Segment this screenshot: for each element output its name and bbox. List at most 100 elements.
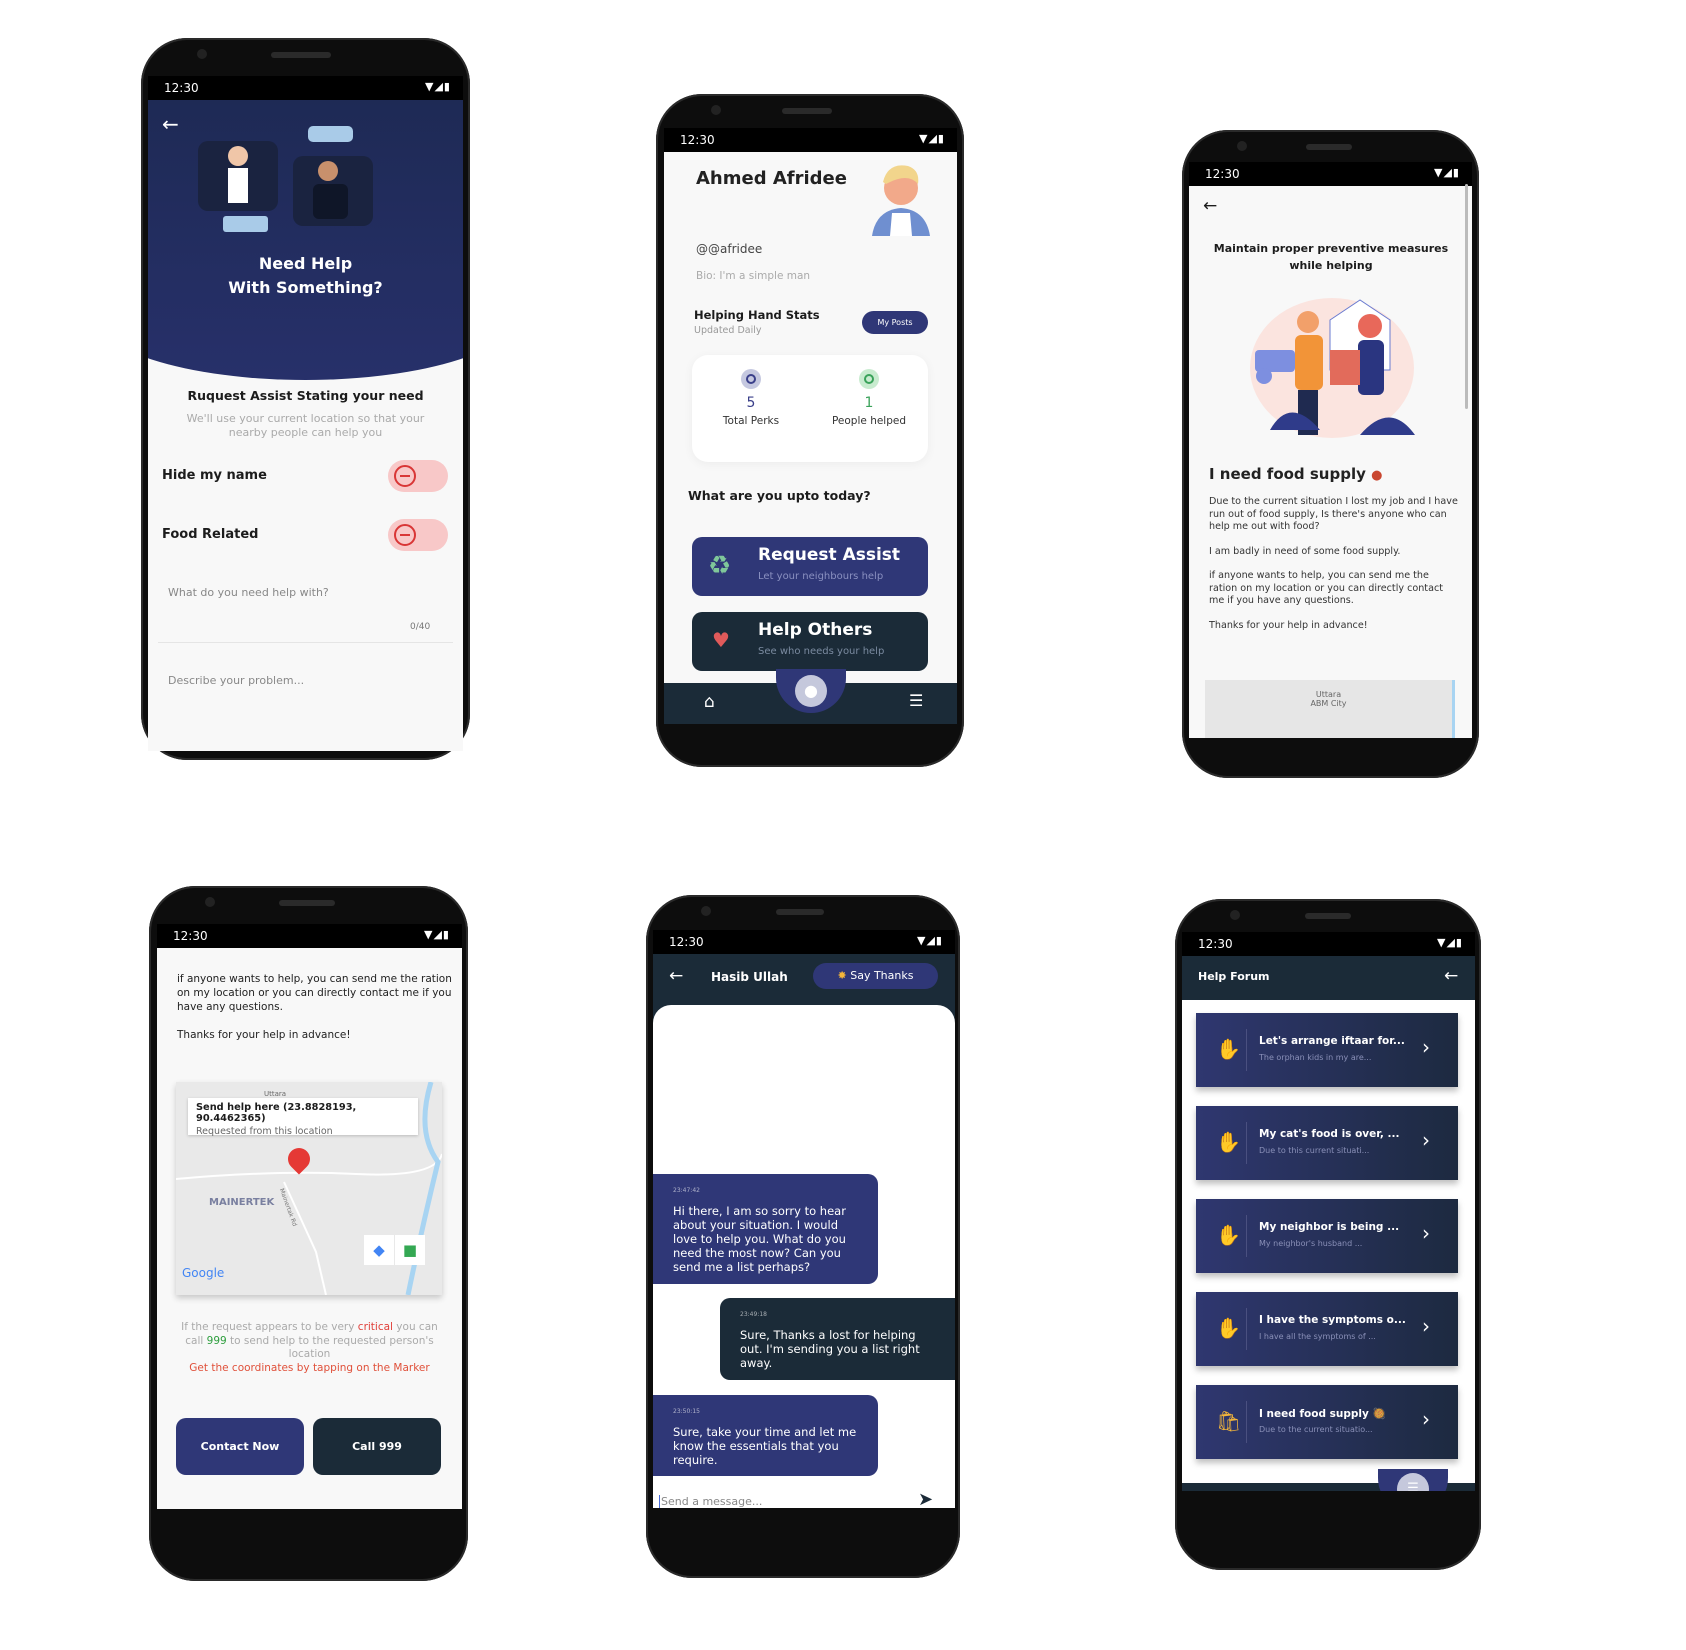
perks-icon [741, 369, 761, 389]
stats-title: Helping Hand Stats [694, 308, 820, 322]
post-paragraph: Thanks for your help in advance! [1209, 619, 1368, 631]
filter-nav-bubble[interactable]: ☰ [1378, 1469, 1448, 1491]
home-icon[interactable]: ⌂ [704, 692, 715, 712]
forum-post-card[interactable]: ✋ Let's arrange iftaar for... The orphan k… [1196, 1013, 1458, 1087]
camera-icon [1230, 910, 1240, 920]
bottom-nav: ⌂ ● ☰ [664, 669, 957, 724]
chevron-right-icon: › [1422, 1221, 1430, 1245]
open-maps-icon[interactable]: ■ [395, 1235, 425, 1265]
profile-nav-bubble[interactable]: ● [776, 669, 846, 713]
google-logo: Google [182, 1266, 225, 1280]
status-time: 12:30 [173, 929, 208, 943]
status-time: 12:30 [1198, 937, 1233, 951]
description-input[interactable]: Describe your problem... [168, 674, 438, 687]
status-time: 12:30 [680, 133, 715, 147]
camera-icon [205, 897, 215, 907]
signal-battery-icon: ▼◢▮ [917, 934, 943, 947]
profile-bio: Bio: I'm a simple man [696, 270, 811, 282]
scrollbar[interactable] [1465, 184, 1468, 409]
chat-area: 23:47:42 Hi there, I am so sorry to hear … [653, 1005, 955, 1508]
phone-post-detail: 12:30 ▼◢▮ ← Maintain proper preventive me… [1182, 130, 1479, 778]
helping-hand-icon: ✋ [1216, 1223, 1241, 1247]
map-label: Uttara [264, 1090, 287, 1098]
status-time: 12:30 [164, 81, 199, 95]
signal-battery-icon: ▼◢▮ [424, 928, 450, 941]
request-assist-button[interactable]: ♻ Request Assist Let your neighbours hel… [692, 537, 928, 596]
food-related-toggle[interactable] [388, 519, 448, 551]
minus-circle-icon [394, 465, 416, 487]
status-bar: 12:30 ▼◢▮ [653, 930, 955, 954]
recycle-hands-icon: ♻ [708, 551, 732, 581]
say-thanks-button[interactable]: ✸ Say Thanks [813, 963, 938, 989]
message-input[interactable]: Send a message... [659, 1495, 889, 1508]
status-bar: 12:30 ▼◢▮ [1182, 932, 1475, 956]
section-subtitle: We'll use your current location so that … [186, 412, 425, 439]
heart-hands-icon: ♥ [712, 628, 730, 652]
status-bar: 12:30 ▼◢▮ [1189, 162, 1472, 186]
question-heading: What are you upto today? [688, 488, 871, 503]
map-view[interactable]: Uttara Send help here (23.8828193, 90.44… [176, 1082, 442, 1295]
phone-chat: 12:30 ▼◢▮ ← Hasib Ullah ✸ Say Thanks 23:4… [646, 895, 960, 1578]
post-body: Due to the current situation I lost my j… [1209, 496, 1459, 632]
post-paragraph: I am badly in need of some food supply. [1209, 545, 1401, 557]
star-icon: ✸ [837, 969, 847, 982]
post-title: I need food supply ● [1209, 465, 1383, 483]
send-icon[interactable]: ➤ [918, 1489, 933, 1508]
status-bar: 12:30 ▼◢▮ [157, 924, 462, 948]
back-arrow-icon[interactable]: ← [1203, 196, 1217, 216]
chat-contact-name: Hasib Ullah [711, 970, 788, 984]
stat-label: People helped [831, 415, 907, 427]
status-time: 12:30 [669, 935, 704, 949]
message-bubble-sent: 23:49:18 Sure, Thanks a lost for helping … [720, 1298, 955, 1380]
avatar [872, 165, 930, 236]
speaker-grille [271, 52, 331, 58]
button-title: Help Others [758, 620, 873, 640]
stat-total-perks: 5 Total Perks [692, 369, 810, 427]
safety-banner: Maintain proper preventive measures whil… [1213, 242, 1449, 272]
help-others-button[interactable]: ♥ Help Others See who needs your help [692, 612, 928, 671]
divider [158, 642, 453, 643]
button-title: Request Assist [758, 545, 901, 565]
directions-icon[interactable]: ◆ [364, 1235, 394, 1265]
call-999-button[interactable]: Call 999 [313, 1418, 441, 1475]
map-area-label: MAINERTEK [209, 1197, 275, 1208]
speaker-grille [1306, 144, 1352, 150]
back-arrow-icon[interactable]: ← [1444, 966, 1458, 986]
post-paragraph: if anyone wants to help, you can send me… [1209, 570, 1443, 606]
help-title-input[interactable]: What do you need help with? [168, 586, 438, 599]
my-posts-button[interactable]: My Posts [862, 311, 928, 334]
char-counter: 0/40 [410, 622, 431, 632]
camera-icon [701, 906, 711, 916]
stat-label: Total Perks [722, 415, 780, 427]
forum-post-card[interactable]: ✋ My cat's food is over, ... Due to this c… [1196, 1106, 1458, 1180]
post-paragraph: Thanks for your help in advance! [177, 1029, 351, 1041]
speaker-grille [279, 900, 335, 906]
stats-subtitle: Updated Daily [694, 325, 762, 336]
phone-help-forum: 12:30 ▼◢▮ Help Forum ← ✋ Let's arrange ift… [1175, 899, 1481, 1570]
post-paragraph: Due to the current situation I lost my j… [1209, 496, 1458, 532]
phone-post-map: 12:30 ▼◢▮ if anyone wants to help, you ca… [149, 886, 468, 1581]
chevron-right-icon: › [1422, 1407, 1430, 1431]
post-paragraph: if anyone wants to help, you can send me… [177, 973, 452, 1013]
camera-icon [711, 105, 721, 115]
delivery-illustration [1250, 298, 1415, 438]
grocery-bag-icon: 🛍 [1216, 1409, 1242, 1433]
chevron-right-icon: › [1422, 1128, 1430, 1152]
forum-post-card[interactable]: 🛍 I need food supply 🥘 Due to the current … [1196, 1385, 1458, 1459]
chevron-right-icon: › [1422, 1035, 1430, 1059]
map-label: ABM City [1310, 699, 1347, 708]
back-arrow-icon[interactable]: ← [162, 112, 179, 136]
hide-name-toggle[interactable] [388, 460, 448, 492]
forum-post-card[interactable]: ✋ I have the symptoms o... I have all the … [1196, 1292, 1458, 1366]
message-bubble-received: 23:47:42 Hi there, I am so sorry to hear … [653, 1174, 878, 1284]
forum-post-card[interactable]: ✋ My neighbor is being ... My neighbor's h… [1196, 1199, 1458, 1273]
map-label: Uttara [1315, 690, 1342, 699]
marker-info-window[interactable]: Send help here (23.8828193, 90.4462365) … [188, 1098, 418, 1137]
back-arrow-icon[interactable]: ← [669, 966, 683, 986]
marker-title: Send help here (23.8828193, 90.4462365) [196, 1102, 357, 1124]
map-preview[interactable]: Uttara ABM City [1205, 680, 1455, 738]
forum-header: Help Forum ← [1182, 956, 1475, 1000]
contact-now-button[interactable]: Contact Now [176, 1418, 304, 1475]
minus-circle-icon [394, 524, 416, 546]
filter-icon[interactable]: ☰ [909, 691, 923, 710]
